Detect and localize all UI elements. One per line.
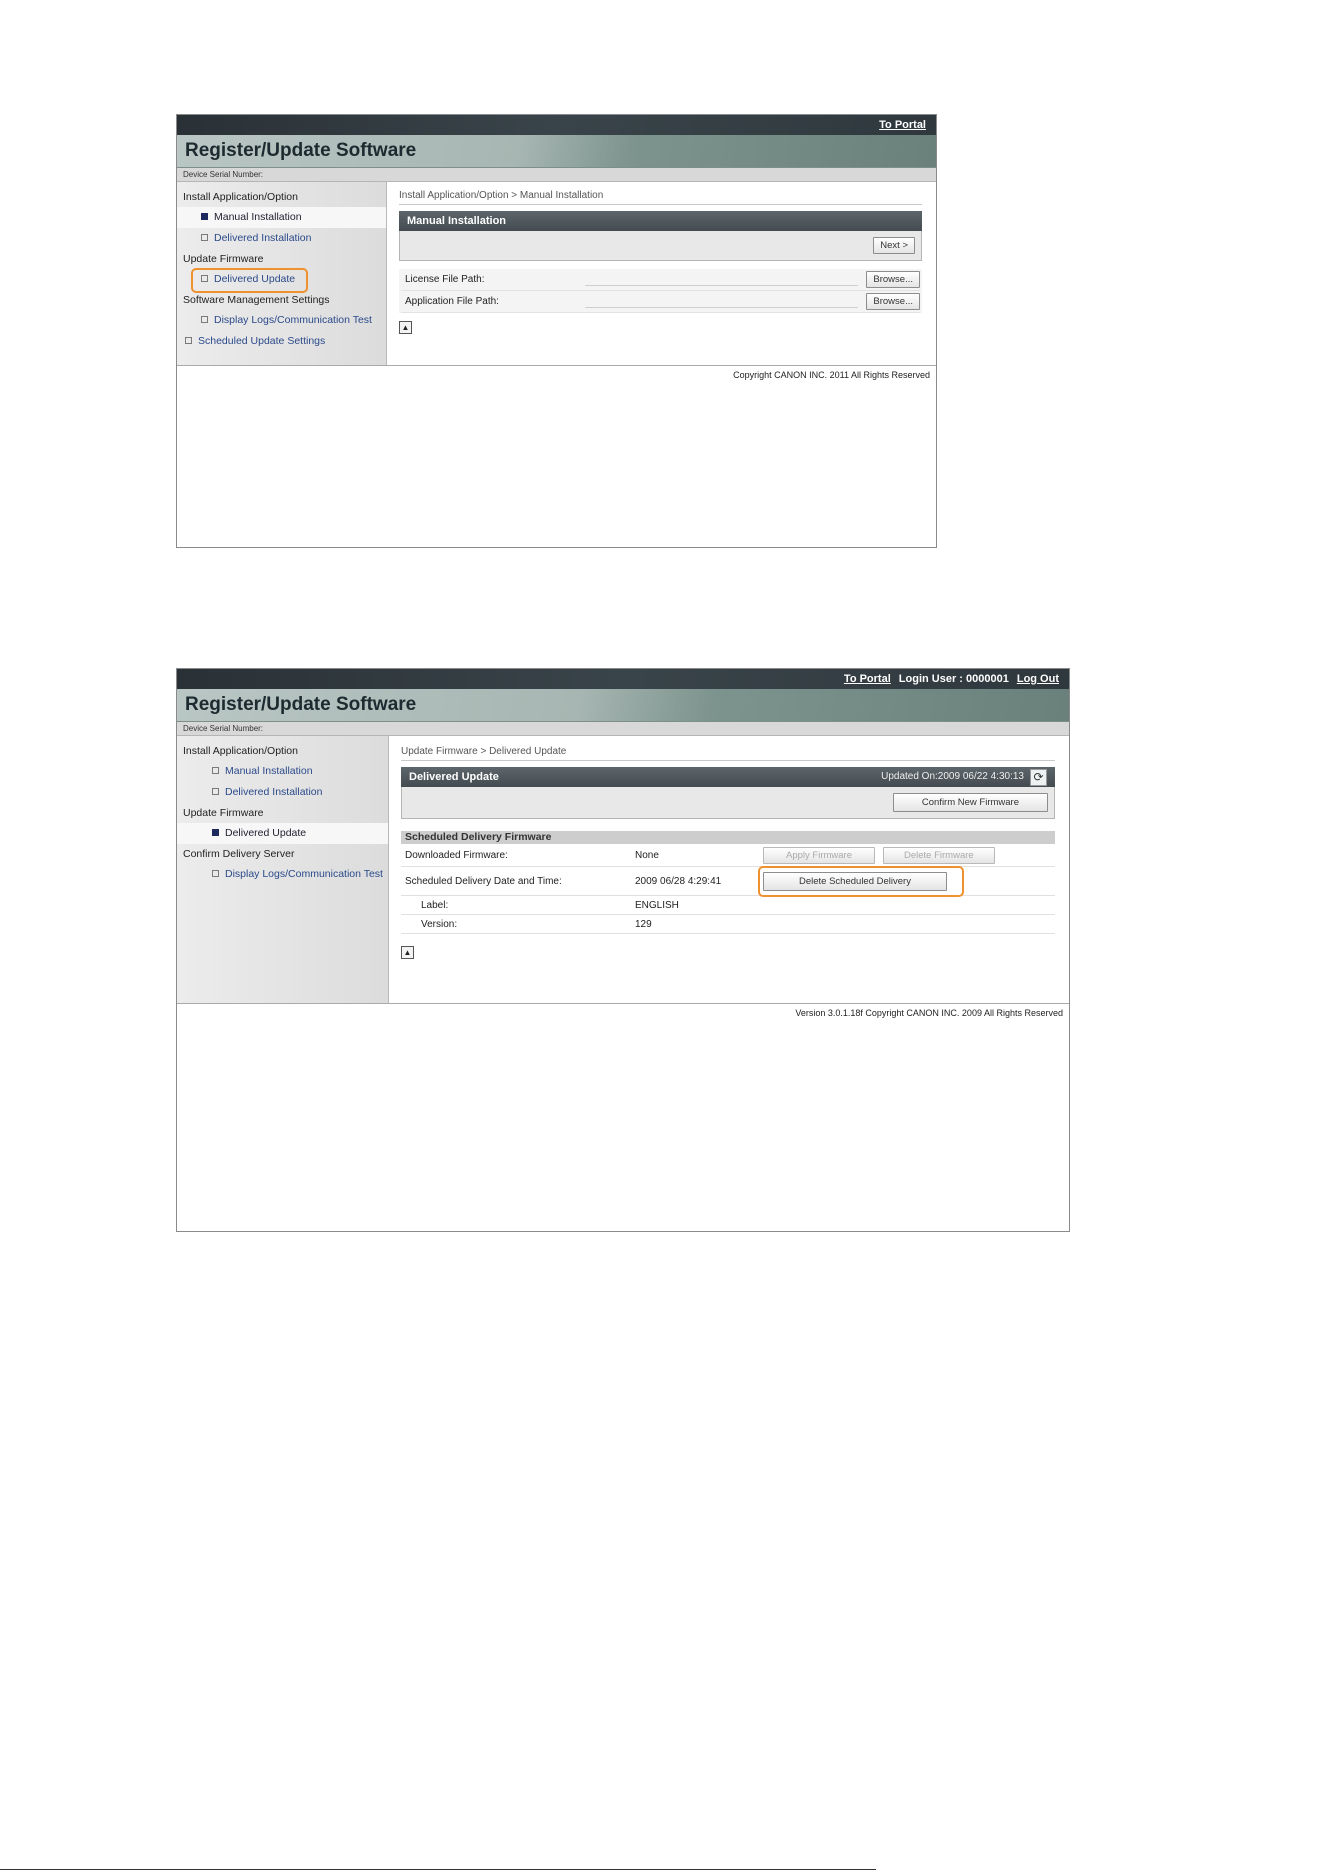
- label-label: Label:: [421, 899, 449, 911]
- selected-square-icon: [212, 828, 219, 836]
- sidebar-item-manual-installation[interactable]: Manual Installation: [177, 207, 386, 228]
- file-path-form: License File Path: Browse... Application…: [399, 269, 922, 313]
- sidebar-item-manual-installation[interactable]: Manual Installation: [177, 761, 388, 782]
- square-icon: [212, 869, 219, 877]
- sidebar-item-label: Manual Installation: [214, 211, 302, 223]
- sidebar-item-label: Display Logs/Communication Test: [225, 868, 383, 880]
- form-row: Application File Path: Browse...: [401, 291, 920, 313]
- sidebar-header-update-firmware[interactable]: Update Firmware: [177, 803, 388, 823]
- scheduled-delivery-value: 2009 06/28 4:29:41: [635, 875, 722, 887]
- sidebar-item-delivered-installation[interactable]: Delivered Installation: [177, 782, 388, 803]
- info-row-scheduled: Scheduled Delivery Date and Time: 2009 0…: [401, 865, 1055, 897]
- footer-rule: [0, 1869, 876, 1870]
- back-to-top-icon[interactable]: ▲: [401, 946, 414, 959]
- section-header: Scheduled Delivery Firmware: [401, 831, 1055, 844]
- application-file-path-label: Application File Path:: [405, 296, 499, 307]
- version-label: Version:: [421, 918, 458, 930]
- to-portal-link[interactable]: To Portal: [879, 119, 926, 131]
- top-bar: To Portal: [177, 115, 936, 135]
- sidebar: Install Application/Option Manual Instal…: [177, 736, 389, 1003]
- license-file-path-label: License File Path:: [405, 274, 485, 285]
- info-row-downloaded: Downloaded Firmware: None Apply Firmware…: [401, 844, 1055, 867]
- sidebar-header-install[interactable]: Install Application/Option: [177, 187, 386, 207]
- sidebar-item-label: Delivered Installation: [225, 786, 323, 798]
- form-row: License File Path: Browse...: [401, 269, 920, 291]
- sidebar-header-install[interactable]: Install Application/Option: [177, 741, 388, 761]
- copyright-text: Version 3.0.1.18f Copyright CANON INC. 2…: [177, 1003, 1069, 1018]
- sidebar-item-display-logs[interactable]: Display Logs/Communication Test: [177, 864, 388, 885]
- sidebar-item-label: Manual Installation: [225, 765, 313, 777]
- panel-toolbar: Next >: [399, 231, 922, 261]
- sidebar-header-update-firmware[interactable]: Update Firmware: [177, 249, 386, 269]
- info-row-label: Label: ENGLISH: [401, 896, 1055, 915]
- to-portal-link[interactable]: To Portal: [844, 673, 891, 685]
- square-icon: [212, 766, 219, 774]
- license-file-path-input[interactable]: [585, 273, 859, 286]
- downloaded-firmware-label: Downloaded Firmware:: [405, 849, 508, 861]
- sidebar-item-label: Delivered Update: [214, 273, 296, 285]
- device-serial-label: Device Serial Number:: [177, 168, 936, 182]
- confirm-new-firmware-button[interactable]: Confirm New Firmware: [892, 793, 1048, 812]
- version-value: 129: [635, 918, 652, 930]
- scheduled-delivery-label: Scheduled Delivery Date and Time:: [405, 875, 562, 887]
- sidebar-item-label: Display Logs/Communication Test: [214, 314, 372, 326]
- panel-toolbar: Confirm New Firmware: [401, 787, 1055, 819]
- square-icon: [185, 336, 192, 344]
- square-icon: [201, 274, 208, 282]
- sidebar-item-label: Scheduled Update Settings: [198, 335, 326, 347]
- device-serial-label: Device Serial Number:: [177, 722, 1069, 736]
- sidebar-header-confirm-delivery-server[interactable]: Confirm Delivery Server: [177, 844, 388, 864]
- sidebar-item-delivered-update[interactable]: Delivered Update: [177, 268, 386, 293]
- back-to-top-icon[interactable]: ▲: [399, 321, 412, 334]
- selected-square-icon: [201, 212, 208, 220]
- panel-header: Manual Installation: [399, 211, 922, 231]
- panel-title: Delivered Update: [409, 771, 499, 783]
- sidebar: Install Application/Option Manual Instal…: [177, 182, 387, 365]
- panel-header: Delivered Update Updated On:2009 06/22 4…: [401, 767, 1055, 787]
- application-file-path-input[interactable]: [585, 295, 859, 308]
- log-out-link[interactable]: Log Out: [1017, 673, 1059, 685]
- firmware-actions: Apply Firmware Delete Firmware: [763, 846, 995, 864]
- label-value: ENGLISH: [635, 899, 679, 911]
- delete-firmware-button[interactable]: Delete Firmware: [883, 846, 995, 864]
- copyright-text: Copyright CANON INC. 2011 All Rights Res…: [177, 365, 936, 380]
- apply-firmware-button[interactable]: Apply Firmware: [763, 846, 875, 864]
- top-bar: To Portal Login User : 0000001 Log Out: [177, 669, 1069, 689]
- main-content: Update Firmware > Delivered Update Deliv…: [389, 736, 1069, 1003]
- panel-title: Manual Installation: [407, 215, 507, 227]
- browse-application-button[interactable]: Browse...: [866, 293, 920, 310]
- sidebar-item-label: Delivered Installation: [214, 232, 312, 244]
- browse-license-button[interactable]: Browse...: [866, 271, 920, 288]
- page-title: Register/Update Software: [177, 689, 1069, 722]
- sidebar-item-display-logs[interactable]: Display Logs/Communication Test: [177, 310, 386, 331]
- sidebar-item-delivered-update[interactable]: Delivered Update: [177, 823, 388, 844]
- sidebar-item-scheduled-update-settings[interactable]: Scheduled Update Settings: [177, 331, 386, 352]
- info-row-version: Version: 129: [401, 915, 1055, 934]
- screenshot-manual-installation: To Portal Register/Update Software Devic…: [176, 114, 937, 548]
- sidebar-header-software-management[interactable]: Software Management Settings: [177, 290, 386, 310]
- square-icon: [212, 787, 219, 795]
- downloaded-firmware-value: None: [635, 849, 659, 861]
- delete-scheduled-delivery-button[interactable]: Delete Scheduled Delivery: [763, 871, 947, 891]
- square-icon: [201, 233, 208, 241]
- square-icon: [201, 315, 208, 323]
- updated-on-text: Updated On:2009 06/22 4:30:13: [881, 771, 1024, 782]
- sidebar-item-label: Delivered Update: [225, 827, 307, 839]
- sidebar-item-delivered-installation[interactable]: Delivered Installation: [177, 228, 386, 249]
- refresh-icon[interactable]: ⟳: [1030, 768, 1047, 786]
- login-user-text: Login User : 0000001: [898, 673, 1009, 685]
- scheduled-actions: Delete Scheduled Delivery: [758, 865, 964, 897]
- main-content: Install Application/Option > Manual Inst…: [387, 182, 936, 365]
- page-title: Register/Update Software: [177, 135, 936, 168]
- updated-on-group: Updated On:2009 06/22 4:30:13 ⟳: [881, 767, 1047, 787]
- breadcrumb: Install Application/Option > Manual Inst…: [399, 190, 922, 205]
- next-button[interactable]: Next >: [873, 237, 915, 254]
- screenshot-delivered-update: To Portal Login User : 0000001 Log Out R…: [176, 668, 1070, 1232]
- breadcrumb: Update Firmware > Delivered Update: [401, 746, 1055, 761]
